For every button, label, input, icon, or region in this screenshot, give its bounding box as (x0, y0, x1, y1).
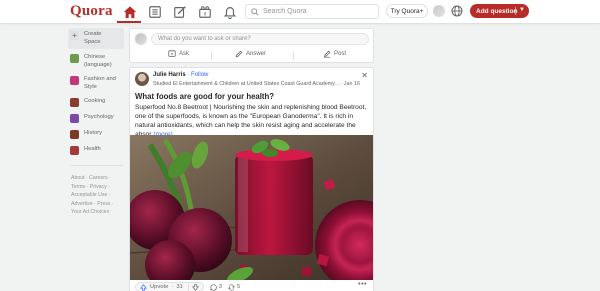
upvote-arrow-icon (140, 283, 147, 291)
author-name[interactable]: Julie Harris (153, 72, 186, 78)
post-button[interactable]: Post (323, 50, 346, 58)
language-globe-icon[interactable] (451, 4, 463, 17)
comment-count: 3 (218, 284, 222, 290)
sidebar-footer-links: About · Careers · Terms · Privacy · Acce… (68, 174, 124, 217)
profile-avatar[interactable] (433, 5, 445, 17)
comment-icon (210, 283, 217, 291)
share-count: 5 (237, 284, 241, 290)
user-avatar[interactable] (135, 33, 147, 45)
add-question-label: Add question (476, 7, 518, 15)
comment-button[interactable]: 3 (210, 283, 222, 291)
pencil-icon (235, 50, 243, 58)
upvote-button[interactable]: Upvote · 31 (135, 282, 204, 291)
sidebar-item-label: Cooking (84, 98, 106, 104)
upvote-count: 31 (176, 284, 183, 290)
post-action-bar: Upvote · 31 3 5 (135, 282, 240, 291)
answer-body: Superfood No.8 Beetroot | Nourishing the… (135, 103, 372, 139)
sidebar-divider (71, 165, 123, 166)
answer-icon[interactable] (171, 3, 189, 21)
spaces-icon[interactable] (196, 3, 214, 21)
chevron-down-icon[interactable]: ▼ (519, 7, 525, 13)
ask-label: Ask (179, 51, 190, 57)
action-divider (293, 51, 294, 60)
sidebar-item-health[interactable]: Health (68, 144, 124, 157)
footer-links-line[interactable]: Your Ad Choices (71, 208, 124, 217)
top-nav-bar: Quora Search Quora Try Quora+ Add questi… (0, 0, 600, 24)
footer-links-line[interactable]: Advertise · Press · (71, 200, 124, 209)
sidebar-item-label: Chinese (84, 54, 106, 60)
share-button[interactable]: 5 (228, 283, 241, 291)
quora-logo[interactable]: Quora (70, 3, 113, 20)
question-title[interactable]: What foods are good for your health? (135, 92, 274, 101)
answer-button[interactable]: Answer (235, 50, 266, 58)
space-thumbnail-icon (70, 54, 79, 63)
answer-label: Answer (246, 51, 267, 57)
sidebar-item-history[interactable]: History (68, 128, 124, 141)
post-pen-icon (323, 50, 331, 58)
search-input[interactable]: Search Quora (245, 4, 379, 19)
sidebar-item-psychology[interactable]: Psychology (68, 112, 124, 125)
footer-links-line[interactable]: About · Careers · (71, 174, 124, 183)
create-space-label-line2: Space (84, 38, 101, 45)
button-divider (515, 7, 516, 15)
separator-dot: · (171, 284, 174, 290)
feed-post-card: Julie Harris · Follow Studied El Enterta… (129, 67, 374, 291)
create-space-button[interactable]: + Create Space (68, 28, 124, 49)
sidebar-item-cooking[interactable]: Cooking (68, 96, 124, 109)
sidebar-item-fashion[interactable]: Fashion and Style (68, 74, 124, 93)
space-thumbnail-icon (70, 146, 79, 155)
author-credential: Studied El Entertainment & Children at U… (153, 81, 360, 87)
footer-links-line[interactable]: Terms · Privacy · (71, 183, 124, 192)
create-space-label-line1: Create (84, 31, 102, 37)
ask-question-icon (168, 50, 176, 57)
upvote-divider (187, 283, 189, 291)
search-placeholder: Search Quora (263, 8, 307, 15)
space-thumbnail-icon (70, 76, 79, 85)
sidebar-item-chinese[interactable]: Chinese (language) (68, 52, 124, 71)
home-active-indicator (117, 21, 141, 23)
upvote-label: Upvote (150, 284, 169, 290)
home-icon[interactable] (121, 3, 139, 21)
share-icon (228, 283, 235, 291)
sidebar-item-label: History (84, 130, 103, 136)
beetroot-juice-image[interactable] (130, 135, 373, 280)
post-author-line: Julie Harris · Follow (153, 72, 208, 78)
footer-links-line[interactable]: Acceptable Use · (71, 191, 124, 200)
spaces-sidebar: + Create Space Chinese (language) Fashio… (68, 28, 124, 217)
space-thumbnail-icon (70, 130, 79, 139)
more-options-icon[interactable]: ••• (358, 281, 367, 288)
space-thumbnail-icon (70, 114, 79, 123)
notifications-bell-icon[interactable] (221, 3, 239, 21)
sidebar-item-label-line2: Style (84, 83, 97, 90)
follow-link[interactable]: · Follow (187, 72, 208, 78)
sidebar-item-label: Health (84, 146, 101, 152)
sidebar-item-label: Fashion and (84, 76, 116, 82)
sidebar-item-label: Psychology (84, 114, 114, 120)
plus-icon: + (70, 31, 79, 40)
ask-question-input[interactable]: What do you want to ask or share? (151, 33, 369, 45)
post-label: Post (334, 51, 347, 57)
try-quora-plus-button[interactable]: Try Quora+ (386, 4, 428, 18)
space-thumbnail-icon (70, 98, 79, 107)
add-question-button[interactable]: Add question ▼ (470, 4, 529, 18)
close-icon[interactable]: ✕ (361, 71, 368, 80)
search-icon (251, 7, 259, 16)
following-icon[interactable] (146, 3, 164, 21)
downvote-arrow-icon[interactable] (191, 283, 199, 291)
action-divider (211, 51, 212, 60)
ask-question-card: What do you want to ask or share? Ask An… (129, 28, 374, 63)
author-avatar[interactable] (135, 72, 149, 86)
ask-button[interactable]: Ask (168, 50, 189, 58)
sidebar-item-label-line2: (language) (84, 61, 112, 68)
